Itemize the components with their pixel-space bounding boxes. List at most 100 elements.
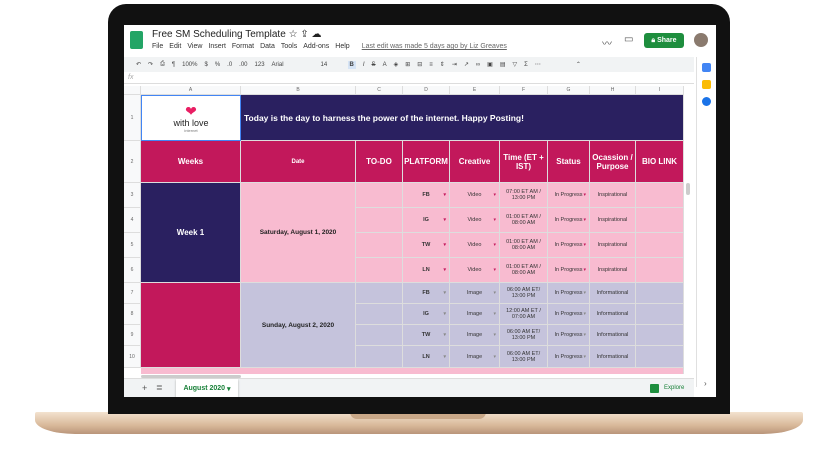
purpose-cell[interactable]: Informational (590, 325, 636, 346)
platform-cell[interactable]: TW ▾ (403, 325, 450, 346)
row-header-3[interactable]: 3 (124, 183, 141, 208)
bio-link-cell[interactable] (636, 283, 684, 304)
time-cell[interactable]: 06:00 AM ET/ 13:00 PM (500, 283, 548, 304)
header-weeks[interactable]: Weeks (141, 141, 241, 183)
todo-cell[interactable] (356, 258, 403, 283)
creative-cell[interactable]: Image ▾ (450, 325, 500, 346)
status-cell[interactable]: In Progress ▾ (548, 304, 590, 325)
tasks-icon[interactable] (702, 97, 711, 106)
date-cell[interactable]: Sunday, August 2, 2020 (241, 283, 356, 368)
status-cell[interactable]: In Progress ▾ (548, 233, 590, 258)
more-icon[interactable]: ⋯ (535, 61, 541, 68)
dropdown-arrow-icon[interactable]: ▾ (583, 192, 586, 198)
time-cell[interactable]: 01:00 ET AM / 08:00 AM (500, 233, 548, 258)
todo-cell[interactable] (356, 233, 403, 258)
menu-add-ons[interactable]: Add-ons (303, 43, 329, 50)
platform-cell[interactable]: FB ▾ (403, 283, 450, 304)
dropdown-arrow-icon[interactable]: ▾ (443, 242, 446, 248)
status-cell[interactable]: In Progress ▾ (548, 183, 590, 208)
purpose-cell[interactable]: Inspirational (590, 233, 636, 258)
bio-link-cell[interactable] (636, 258, 684, 283)
creative-cell[interactable]: Image ▾ (450, 304, 500, 325)
dropdown-arrow-icon[interactable]: ▾ (583, 332, 586, 338)
status-cell[interactable]: In Progress ▾ (548, 346, 590, 368)
creative-cell[interactable]: Video ▾ (450, 183, 500, 208)
creative-cell[interactable]: Video ▾ (450, 258, 500, 283)
status-cell[interactable]: In Progress ▾ (548, 325, 590, 346)
row-header-10[interactable]: 10 (124, 346, 141, 368)
purpose-cell[interactable]: Inspirational (590, 208, 636, 233)
strikethrough-button[interactable]: S (372, 62, 376, 68)
creative-cell[interactable]: Video ▾ (450, 208, 500, 233)
bio-link-cell[interactable] (636, 208, 684, 233)
platform-cell[interactable]: LN ▾ (403, 346, 450, 368)
formula-bar[interactable]: fx (124, 74, 694, 84)
column-header-G[interactable]: G (548, 86, 590, 95)
todo-cell[interactable] (356, 325, 403, 346)
menu-view[interactable]: View (187, 43, 202, 50)
purpose-cell[interactable]: Inspirational (590, 258, 636, 283)
percent-button[interactable]: % (215, 62, 220, 68)
dropdown-arrow-icon[interactable]: ▾ (493, 242, 496, 248)
row-header-1[interactable]: 1 (124, 95, 141, 141)
status-cell[interactable]: In Progress ▾ (548, 208, 590, 233)
time-cell[interactable]: 01:00 ET AM / 08:00 AM (500, 258, 548, 283)
platform-cell[interactable]: LN ▾ (403, 258, 450, 283)
font-select[interactable]: Arial (272, 62, 314, 68)
bio-link-cell[interactable] (636, 346, 684, 368)
status-cell[interactable]: In Progress ▾ (548, 258, 590, 283)
creative-cell[interactable]: Image ▾ (450, 346, 500, 368)
all-sheets-icon[interactable]: ≣ (156, 383, 163, 392)
dropdown-arrow-icon[interactable]: ▾ (583, 242, 586, 248)
sheet-tab[interactable]: August 2020 ▾ (176, 379, 238, 397)
time-cell[interactable]: 12:00 AM ET / 07:00 AM (500, 304, 548, 325)
menu-help[interactable]: Help (335, 43, 349, 50)
time-cell[interactable]: 06:00 AM ET/ 13:00 PM (500, 346, 548, 368)
header-to-do[interactable]: TO-DO (356, 141, 403, 183)
header-time-et-ist-[interactable]: Time (ET + IST) (500, 141, 548, 183)
week-cell[interactable]: Week 1 (141, 183, 241, 283)
row-header-6[interactable]: 6 (124, 258, 141, 283)
chevron-right-icon[interactable]: › (704, 379, 707, 388)
dropdown-arrow-icon[interactable]: ▾ (493, 290, 496, 296)
header-creative[interactable]: Creative (450, 141, 500, 183)
dropdown-arrow-icon[interactable]: ▾ (583, 267, 586, 273)
row-header-5[interactable]: 5 (124, 233, 141, 258)
bio-link-cell[interactable] (636, 325, 684, 346)
menu-insert[interactable]: Insert (208, 43, 226, 50)
wrap-icon[interactable]: ⇥ (452, 61, 457, 68)
row-header-8[interactable]: 8 (124, 304, 141, 325)
column-header-I[interactable]: I (636, 86, 684, 95)
platform-cell[interactable]: IG ▾ (403, 304, 450, 325)
header-platform[interactable]: PLATFORM (403, 141, 450, 183)
dropdown-arrow-icon[interactable]: ▾ (583, 311, 586, 317)
dropdown-arrow-icon[interactable]: ▾ (493, 354, 496, 360)
creative-cell[interactable]: Video ▾ (450, 233, 500, 258)
time-cell[interactable]: 01:00 ET AM / 08:00 AM (500, 208, 548, 233)
valign-icon[interactable]: ⇕ (440, 61, 445, 68)
filter-icon[interactable]: ▽ (513, 61, 518, 68)
calendar-icon[interactable] (702, 63, 711, 72)
dropdown-arrow-icon[interactable]: ▾ (443, 267, 446, 273)
collapse-icon[interactable]: ⌃ (576, 61, 581, 68)
doc-title[interactable]: Free SM Scheduling Template ☆ ⇪ ☁ (152, 29, 321, 40)
dropdown-arrow-icon[interactable]: ▾ (583, 354, 586, 360)
chart-icon[interactable]: ▤ (500, 61, 506, 68)
purpose-cell[interactable]: Inspirational (590, 183, 636, 208)
column-header-B[interactable]: B (241, 86, 356, 95)
menu-edit[interactable]: Edit (169, 43, 181, 50)
column-header-C[interactable]: C (356, 86, 403, 95)
row-header-2[interactable]: 2 (124, 141, 141, 183)
todo-cell[interactable] (356, 283, 403, 304)
dropdown-arrow-icon[interactable]: ▾ (443, 332, 446, 338)
row-header-9[interactable]: 9 (124, 325, 141, 346)
purpose-cell[interactable]: Informational (590, 304, 636, 325)
keep-icon[interactable] (702, 80, 711, 89)
todo-cell[interactable] (356, 183, 403, 208)
platform-cell[interactable]: FB ▾ (403, 183, 450, 208)
dropdown-arrow-icon[interactable]: ▾ (493, 332, 496, 338)
comment-icon[interactable]: ▣ (487, 61, 493, 68)
rotate-icon[interactable]: ↗ (464, 61, 469, 68)
date-cell[interactable]: Saturday, August 1, 2020 (241, 183, 356, 283)
bio-link-cell[interactable] (636, 304, 684, 325)
